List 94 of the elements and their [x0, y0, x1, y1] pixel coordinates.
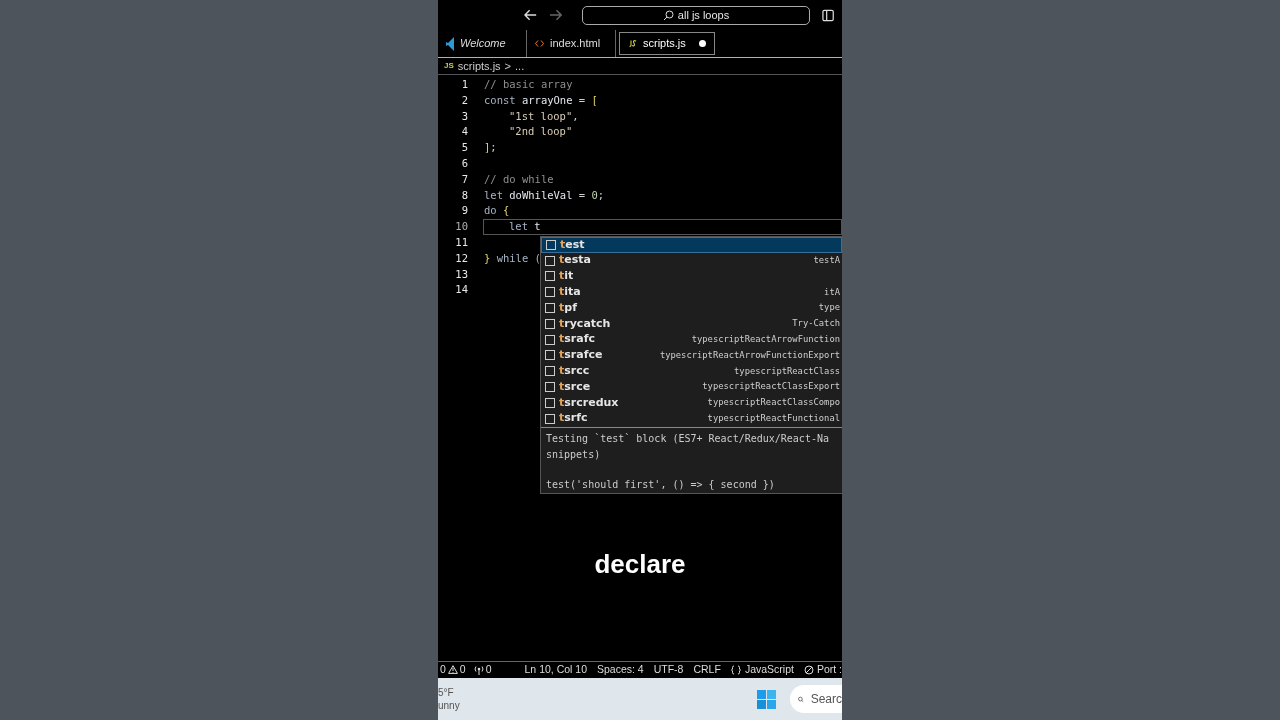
suggestion-item[interactable]: tsrcredux typescriptReactClassCompo [541, 394, 842, 411]
status-item[interactable]: CRLF [693, 661, 721, 678]
snippet-square-icon [545, 397, 555, 408]
line-number: 4 [460, 124, 468, 140]
line-number: 9 [460, 203, 468, 219]
code-line: let t [508, 219, 541, 235]
suggestion-detail: typescriptReactFunctional [707, 412, 840, 426]
snippet-square-icon [546, 239, 556, 250]
braces-icon [730, 664, 741, 675]
no-entry-icon [803, 664, 814, 675]
line-number: 3 [460, 108, 468, 124]
snippet-square-icon [545, 350, 555, 361]
status-count[interactable]: 0 [459, 661, 466, 678]
line-number: 14 [454, 282, 468, 298]
code-line: ]; [484, 140, 497, 156]
line-number: 11 [454, 235, 468, 250]
snippet-square-icon [545, 255, 555, 266]
forward-arrow-icon[interactable] [549, 9, 563, 21]
editor-tab[interactable]: scripts.js [619, 32, 715, 55]
snippet-square-icon [545, 382, 555, 393]
line-number: 12 [454, 250, 468, 266]
snippet-square-icon [545, 287, 555, 298]
status-item[interactable]: Spaces: 4 [597, 661, 644, 678]
snippet-square-icon [545, 303, 555, 314]
snippet-square-icon [545, 271, 555, 282]
suggestion-detail: testA [813, 254, 840, 268]
suggestion-item[interactable]: tit [541, 268, 842, 285]
suggestion-detail: typescriptReactClassCompo [707, 396, 840, 410]
suggestion-item[interactable]: testa testA [541, 252, 842, 269]
suggestion-item[interactable]: tita itA [541, 284, 842, 301]
status-count[interactable]: 0 [440, 661, 446, 678]
weather-text: 5°F [438, 686, 455, 699]
search-icon [662, 9, 674, 21]
suggestion-item[interactable]: tpf type [541, 300, 842, 316]
suggestion-detail: itA [824, 285, 840, 299]
line-number: 10 [454, 219, 468, 235]
code-line: const arrayOne = [ [484, 92, 598, 108]
code-line: "1st loop", [508, 108, 579, 124]
documentation-text: Testing `test` block (ES7+ React/Redux/React-Na [546, 431, 830, 446]
suggestion-item[interactable]: trycatch Try-Catch [541, 316, 842, 332]
line-number: 8 [460, 187, 468, 203]
suggestion-item[interactable]: tsrafc typescriptReactArrowFunction [541, 331, 842, 348]
command-search-field[interactable]: all js loops [582, 5, 810, 25]
status-item[interactable]: JavaScript [744, 661, 794, 678]
weather-text: unny [438, 699, 460, 712]
status-count[interactable]: 0 [485, 661, 492, 678]
breadcrumb-separator: > [504, 58, 511, 74]
js-file-icon [628, 40, 637, 47]
warning-icon [447, 665, 458, 674]
suggestion-item[interactable]: tsrfc typescriptReactFunctional [541, 410, 842, 427]
suggestion-detail: typescriptReactClass [734, 364, 840, 378]
snippet-square-icon [545, 334, 555, 345]
suggestion-detail: typescriptReactArrowFunction [691, 333, 840, 347]
code-line: let doWhileVal = 0; [484, 187, 605, 203]
caption-text: declare [593, 548, 687, 581]
code-line: // basic array [484, 77, 573, 93]
line-number: 7 [460, 171, 468, 187]
code-brackets-icon [535, 40, 544, 47]
suggestion-detail: type [818, 301, 840, 315]
windows-start-icon[interactable] [757, 689, 776, 709]
snippet-example: test('should first', () => { second }) [546, 477, 776, 492]
snippet-square-icon [545, 366, 555, 377]
documentation-text: snippets) [546, 447, 602, 462]
taskbar-search-field[interactable]: Searc [790, 685, 842, 713]
line-number: 6 [460, 156, 468, 171]
editor-tab[interactable]: index.html [527, 30, 616, 57]
line-number: 2 [460, 92, 468, 108]
code-line: "2nd loop" [508, 124, 573, 140]
back-arrow-icon[interactable] [524, 9, 538, 21]
breadcrumb-item[interactable]: scripts.js [457, 57, 501, 75]
editor-tab[interactable]: Welcome [438, 30, 527, 57]
vscode-logo-icon [446, 36, 454, 51]
status-item[interactable]: Ln 10, Col 10 [524, 661, 587, 678]
status-item[interactable]: UTF-8 [653, 661, 684, 678]
suggestion-detail: typescriptReactArrowFunctionExport [659, 348, 840, 362]
breadcrumb-item[interactable]: ... [515, 57, 525, 75]
snippet-square-icon [545, 318, 555, 329]
line-number: 5 [460, 140, 468, 156]
suggestion-item[interactable]: tsrcc typescriptReactClass [541, 363, 842, 380]
js-file-icon: JS [444, 60, 454, 72]
snippet-square-icon [545, 413, 555, 424]
layout-toggle-icon[interactable] [821, 8, 834, 22]
suggestion-item[interactable]: tsrafce typescriptReactArrowFunctionExport [541, 347, 842, 364]
status-item[interactable]: Port : [816, 661, 842, 678]
antenna-icon [473, 664, 484, 675]
suggestion-item[interactable]: tsrce typescriptReactClassExport [541, 379, 842, 395]
code-line: // do while [484, 171, 554, 187]
code-line: do { [484, 203, 510, 219]
code-line: } while ( [484, 250, 541, 266]
suggestion-item[interactable]: test [541, 237, 842, 253]
suggestion-detail: typescriptReactClassExport [702, 380, 840, 394]
line-number: 13 [454, 266, 468, 282]
suggestion-detail: Try-Catch [792, 317, 840, 331]
line-number: 1 [460, 77, 468, 92]
